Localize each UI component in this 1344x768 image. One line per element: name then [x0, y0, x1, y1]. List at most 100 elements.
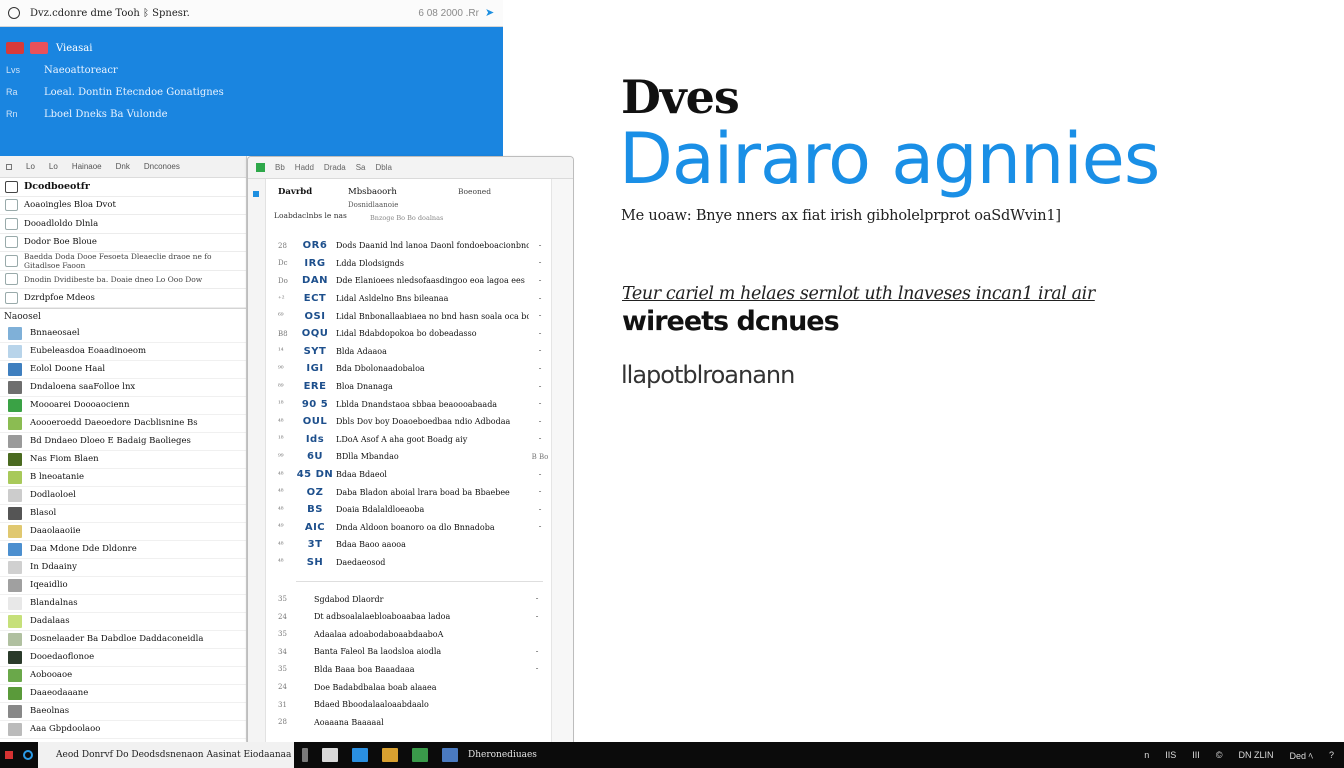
folder-item[interactable]: Blasol — [0, 505, 246, 523]
table-row[interactable]: B8 OQU Lidal Bdabdopokoa bo dobeadasso ⁃ — [266, 325, 551, 343]
table-row[interactable]: ⁺² ECT Lidal Asldelno Bns bileanaa ⁃ — [266, 290, 551, 308]
scrollbar[interactable] — [551, 179, 573, 742]
pinned-item[interactable]: Dooadloldo Dlnla — [0, 215, 246, 234]
row-menu[interactable]: B Bo — [529, 453, 551, 461]
folder-item[interactable]: Aobooaoe — [0, 667, 246, 685]
taskbar-app-icon[interactable] — [382, 748, 398, 762]
column-header[interactable]: Boeoned — [458, 187, 491, 196]
folder-item[interactable]: Dodlaoloel — [0, 487, 246, 505]
pinned-item[interactable]: Aoaoingles Bloa Dvot — [0, 197, 246, 215]
pinned-item[interactable]: Dcodboeotfr — [0, 178, 246, 197]
tray-item[interactable]: IIS — [1165, 750, 1176, 760]
toolbar-item[interactable]: Dnk — [116, 162, 130, 171]
folder-item[interactable]: Eubeleasdoa Eoaadinoeom — [0, 343, 246, 361]
tray-item[interactable]: ? — [1329, 750, 1334, 760]
folder-item[interactable]: Aaa Gbpdoolaoo — [0, 721, 246, 739]
table-row[interactable]: ⁴⁸ OUL Dbls Dov boy Doaoeboedbaa ndio Adbo… — [266, 413, 551, 431]
row-menu[interactable]: ⁃ — [529, 347, 551, 355]
table-row[interactable]: ¹⁴ SYT Blda Adaaoa ⁃ — [266, 343, 551, 361]
taskbar-app-icon[interactable] — [412, 748, 428, 762]
folder-item[interactable]: Nas Fiom Blaen — [0, 451, 246, 469]
row-menu[interactable]: ⁃ — [529, 330, 551, 338]
toolbar-item[interactable]: Hadd — [295, 163, 314, 172]
folder-item[interactable]: Bd Dndaeo Dloeo E Badaig Baolieges — [0, 433, 246, 451]
table-row[interactable]: ⁴⁸ 45 DN Bdaa Bdaeol ⁃ — [266, 466, 551, 484]
folder-item[interactable]: Iqeaidlio — [0, 577, 246, 595]
tray-item[interactable]: n — [1144, 750, 1149, 760]
table-row[interactable]: 24 Dt adbsoalalaebloaboaabaa ladoa ⁃ — [266, 608, 551, 626]
row-menu[interactable]: ⁃ — [529, 383, 551, 391]
toolbar-item[interactable]: Drada — [324, 163, 346, 172]
folder-item[interactable]: Daa Mdone Dde Dldonre — [0, 541, 246, 559]
table-row[interactable]: ⁸⁹ ERE Bloa Dnanaga ⁃ — [266, 378, 551, 396]
table-row[interactable]: 35 Sgdabod Dlaordr ⁃ — [266, 590, 551, 608]
taskbar-app-icon[interactable] — [352, 748, 368, 762]
row-menu[interactable]: ⁃ — [529, 523, 551, 531]
table-row[interactable]: ⁴⁸ BS Doaia Bdalaldloeaoba ⁃ — [266, 501, 551, 519]
toolbar-item[interactable]: Hainaoe — [72, 162, 102, 171]
toolbar-item[interactable]: Dnconoes — [144, 162, 180, 171]
bird-icon[interactable]: ➤ — [485, 8, 495, 19]
list-item[interactable]: Lvs Naeoattoreacr — [0, 59, 503, 81]
table-row[interactable]: ⁴⁸ OZ Daba Bladon aboial lrara boad ba Bba… — [266, 483, 551, 501]
taskbar-app-icon[interactable] — [442, 748, 458, 762]
table-row[interactable]: Dc IRG Ldda Dlodsignds ⁃ — [266, 255, 551, 273]
table-row[interactable]: 24 Doe Badabdbalaa boab alaaea — [266, 678, 551, 696]
folder-item[interactable]: B lneoatanie — [0, 469, 246, 487]
hero-link[interactable]: Teur cariel m helaes sernlot uth lnavese… — [622, 284, 1095, 304]
row-menu[interactable]: ⁃ — [529, 312, 551, 320]
toolbar-item[interactable]: Lo — [49, 162, 58, 171]
tray-item[interactable]: III — [1192, 750, 1200, 760]
row-menu[interactable]: ⁃ — [529, 488, 551, 496]
folder-item[interactable]: Bnnaeosael — [0, 325, 246, 343]
row-menu[interactable]: ⁃ — [529, 365, 551, 373]
tray-item[interactable]: Ded ﾍ — [1289, 749, 1313, 762]
pinned-item[interactable]: Baedda Doda Dooe Fesoeta Dleaeclie draoe… — [0, 252, 246, 271]
pinned-item[interactable]: Dzrdpfoe Mdeos — [0, 289, 246, 308]
row-menu[interactable]: ⁃ — [523, 665, 551, 673]
taskbar-app-icon[interactable] — [322, 748, 338, 762]
table-row[interactable]: ⁹⁰ IGI Bda Dbolonaadobaloa ⁃ — [266, 360, 551, 378]
folder-item[interactable]: Dooedaoflonoe — [0, 649, 246, 667]
row-menu[interactable]: ⁃ — [529, 418, 551, 426]
tray-item[interactable]: © — [1216, 750, 1223, 760]
column-header[interactable]: Mbsbaoorh — [348, 187, 397, 197]
table-row[interactable]: ⁶⁹ OSI Lidal Bnbonallaabiaea no bnd hasn s… — [266, 307, 551, 325]
folder-item[interactable]: Blandalnas — [0, 595, 246, 613]
table-row[interactable]: ⁴⁸ 3T Bdaa Baoo aaooa — [266, 536, 551, 554]
folder-item[interactable]: In Ddaainy — [0, 559, 246, 577]
pinned-item[interactable]: Dodor Boe Bloue — [0, 234, 246, 252]
row-menu[interactable]: ⁃ — [529, 259, 551, 267]
table-row[interactable]: 31 Bdaed Bboodalaaloaabdaalo — [266, 696, 551, 714]
folder-item[interactable]: Dndaloena saaFolloe lnx — [0, 379, 246, 397]
folder-item[interactable]: Aoooeroedd Daeoedore Dacblisnine Bs — [0, 415, 246, 433]
folder-item[interactable]: Daaolaaoiie — [0, 523, 246, 541]
row-menu[interactable]: ⁃ — [529, 506, 551, 514]
row-menu[interactable]: ⁃ — [529, 277, 551, 285]
row-menu[interactable]: ⁃ — [529, 242, 551, 250]
folder-item[interactable]: Moooarei Doooaocienn — [0, 397, 246, 415]
taskbar-app-icon[interactable] — [302, 748, 308, 762]
folder-item[interactable]: Baeolnas — [0, 703, 246, 721]
table-row[interactable]: 28 Aoaaana Baaaaal — [266, 713, 551, 731]
row-menu[interactable]: ⁃ — [523, 613, 551, 621]
toolbar-item[interactable]: Lo — [26, 162, 35, 171]
table-row[interactable]: 35 Blda Baaa boa Baaadaaa ⁃ — [266, 661, 551, 679]
table-row[interactable]: 28 OR6 Dods Daanid lnd lanoa Daonl fondoeb… — [266, 237, 551, 255]
table-row[interactable]: 34 Banta Faleol Ba laodsloa aiodla ⁃ — [266, 643, 551, 661]
table-row[interactable]: Do DAN Dde Elanioees nledsofaasdingoo eoa … — [266, 272, 551, 290]
row-menu[interactable]: ⁃ — [523, 648, 551, 656]
toolbar-item[interactable]: Dbla — [376, 163, 392, 172]
toolbar-item[interactable]: Sa — [356, 163, 366, 172]
green-square-icon[interactable] — [256, 163, 265, 172]
list-item[interactable]: Ra Loeal. Dontin Etecndoe Gonatignes — [0, 81, 503, 103]
column-header[interactable]: Davrbd — [278, 187, 312, 197]
row-menu[interactable]: ⁃ — [523, 595, 551, 603]
toolbar-item[interactable]: Bb — [275, 163, 285, 172]
cortana-button[interactable] — [18, 742, 38, 768]
table-row[interactable]: ¹⁸ Ids LDoA Asof A aha goot Boadg aiy ⁃ — [266, 431, 551, 449]
row-menu[interactable]: ⁃ — [529, 295, 551, 303]
table-row[interactable]: ¹⁸ 90 5 Lblda Dnandstaoa sbbaa beaoooabaad… — [266, 395, 551, 413]
row-menu[interactable]: ⁃ — [529, 471, 551, 479]
table-row[interactable]: ⁹⁹ 6U BDlla Mbandao B Bo — [266, 448, 551, 466]
